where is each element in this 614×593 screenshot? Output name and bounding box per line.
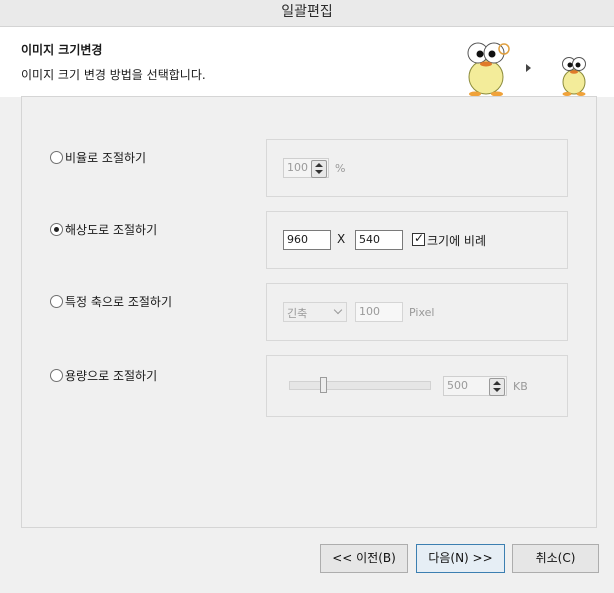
spin-up-icon[interactable] [493, 381, 501, 385]
height-value: 540 [359, 233, 380, 246]
radio-ratio-label: 비율로 조절하기 [65, 151, 147, 165]
radio-button[interactable] [50, 295, 63, 308]
radio-button[interactable] [50, 151, 63, 164]
axis-selected: 긴축 [287, 307, 308, 320]
proportional-checkbox[interactable]: ✓ [412, 231, 425, 246]
radio-resolution-label: 해상도로 조절하기 [65, 223, 158, 237]
spinner-buttons[interactable] [311, 160, 327, 178]
width-input[interactable]: 960 [283, 230, 331, 250]
capacity-spinner[interactable]: 500 [443, 376, 507, 396]
options-panel: 비율로 조절하기 100 % 해상도로 조절하기 960 X 540 ✓ 크기에… [21, 96, 597, 528]
width-value: 960 [287, 233, 308, 246]
ratio-spinner[interactable]: 100 [283, 158, 329, 178]
capacity-slider-thumb[interactable] [320, 377, 327, 393]
radio-capacity-label: 용량으로 조절하기 [65, 369, 158, 383]
ratio-settings-group: 100 % [266, 139, 568, 197]
capacity-settings-group: 500 KB [266, 355, 568, 417]
spin-down-icon[interactable] [315, 170, 323, 174]
height-input[interactable]: 540 [355, 230, 403, 250]
axis-settings-group: 긴축 100 Pixel [266, 283, 568, 341]
axis-value-input[interactable]: 100 [355, 302, 403, 322]
axis-unit: Pixel [409, 306, 435, 319]
resolution-settings-group: 960 X 540 ✓ 크기에 비례 [266, 211, 568, 269]
next-button[interactable]: 다음(N) >> [416, 544, 505, 573]
spinner-buttons[interactable] [489, 378, 505, 396]
ratio-value: 100 [287, 161, 308, 174]
capacity-slider[interactable] [289, 381, 431, 390]
axis-select[interactable]: 긴축 [283, 302, 347, 322]
capacity-unit: KB [513, 380, 528, 393]
window-title: 일괄편집 [0, 0, 614, 27]
arrow-right-icon [526, 64, 531, 72]
dropdown-chevron-icon [333, 305, 343, 315]
wizard-header: 이미지 크기변경 이미지 크기 변경 방법을 선택합니다. [0, 27, 614, 97]
radio-button-selected[interactable] [50, 223, 63, 236]
page-subtitle: 이미지 크기 변경 방법을 선택합니다. [21, 68, 206, 82]
mascot-large-icon [467, 42, 510, 97]
capacity-value: 500 [447, 379, 468, 392]
cancel-button[interactable]: 취소(C) [512, 544, 599, 573]
axis-value: 100 [359, 305, 380, 318]
radio-button[interactable] [50, 369, 63, 382]
dimension-separator: X [337, 232, 346, 246]
proportional-label: 크기에 비례 [427, 234, 487, 248]
ratio-unit: % [335, 162, 346, 175]
page-title: 이미지 크기변경 [21, 43, 103, 57]
radio-axis-label: 특정 축으로 조절하기 [65, 295, 172, 309]
mascot-small-icon [562, 57, 586, 96]
spin-down-icon[interactable] [493, 388, 501, 392]
prev-button[interactable]: << 이전(B) [320, 544, 408, 573]
spin-up-icon[interactable] [315, 163, 323, 167]
checkmark-icon: ✓ [414, 231, 425, 245]
